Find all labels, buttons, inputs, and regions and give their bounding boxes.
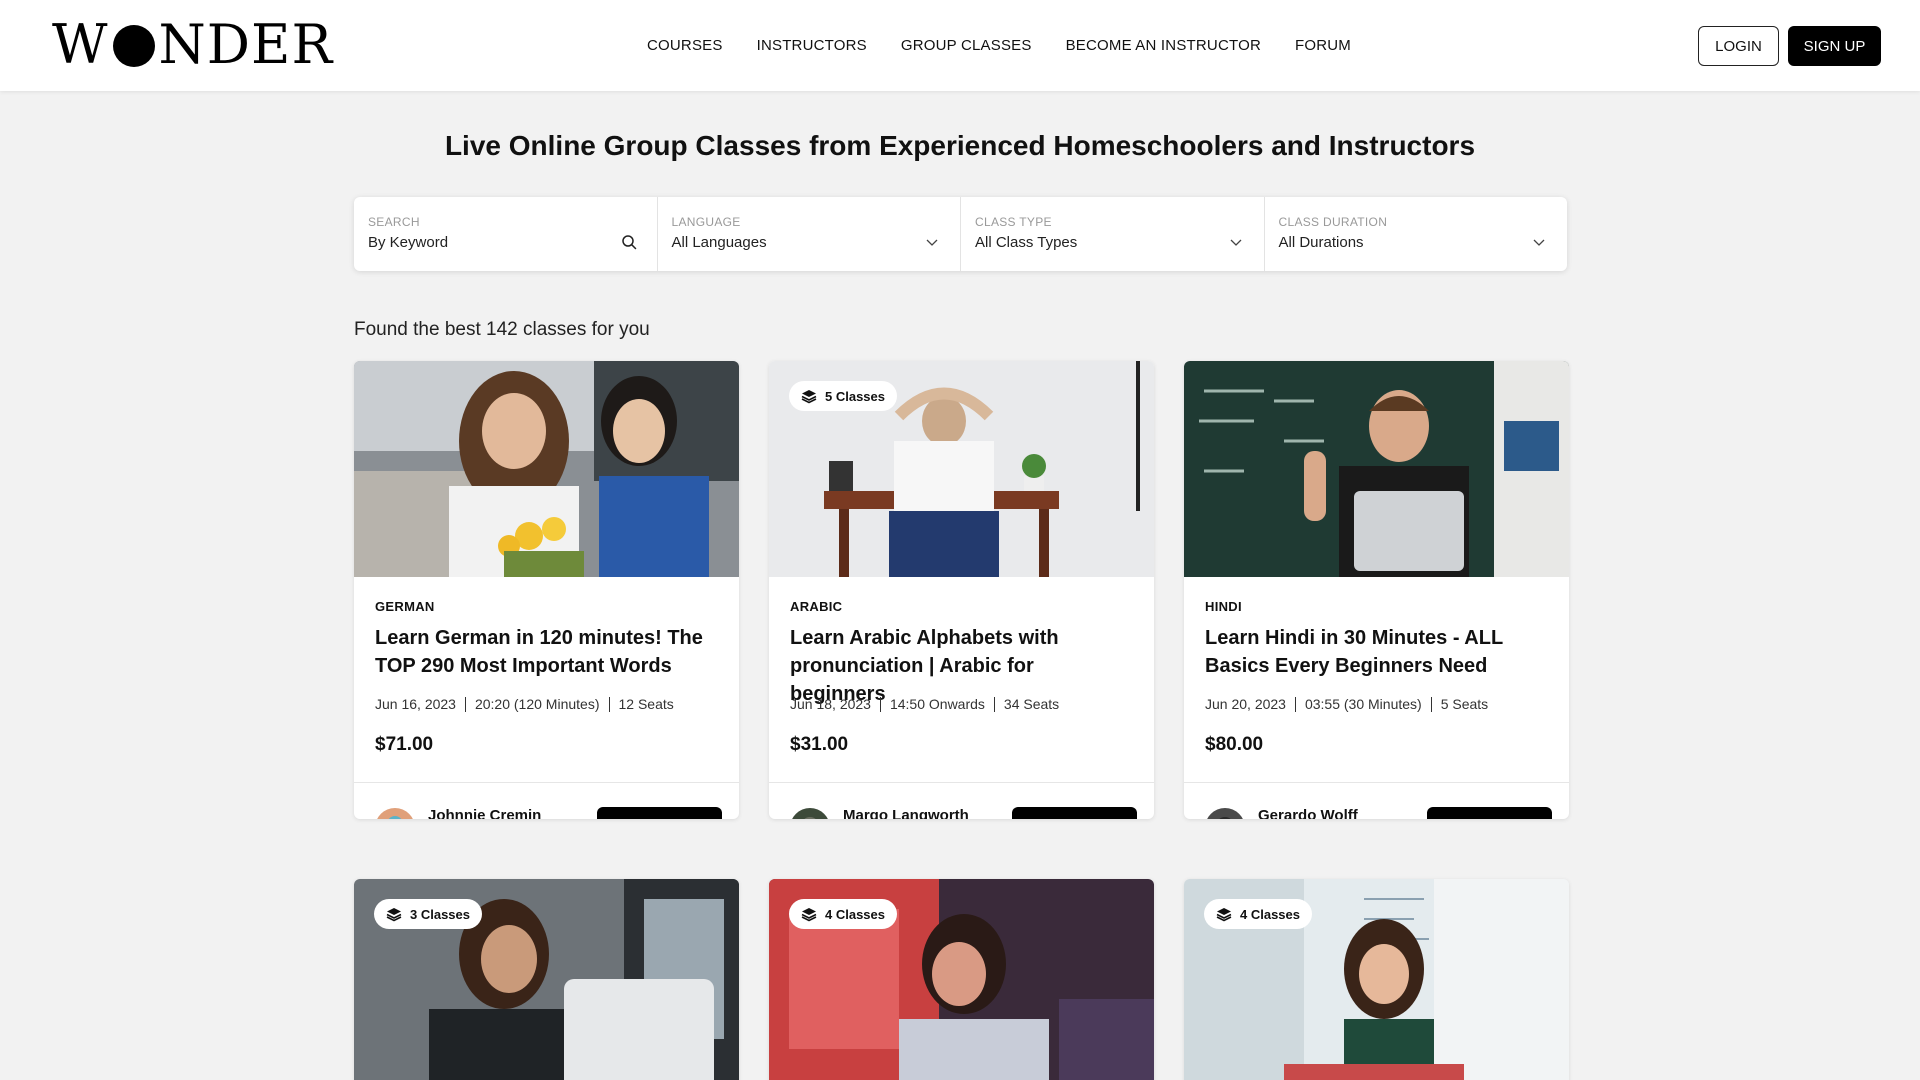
layers-icon: [801, 390, 817, 404]
class-meta: Jun 20, 2023 03:55 (30 Minutes) 5 Seats: [1205, 696, 1548, 712]
meta-divider: [608, 696, 610, 712]
filter-label: CLASS DURATION: [1278, 215, 1388, 229]
instructor-name[interactable]: Margo Langworth: [843, 807, 969, 819]
nav-link-instructors[interactable]: INSTRUCTORS: [757, 37, 867, 54]
nav-link-courses[interactable]: COURSES: [647, 37, 723, 54]
class-image[interactable]: 5 Classes: [769, 361, 1154, 577]
nav-link-group-classes[interactable]: GROUP CLASSES: [901, 37, 1032, 54]
class-card[interactable]: HINDI Learn Hindi in 30 Minutes - ALL Ba…: [1184, 361, 1569, 819]
card-footer: Johnnie Cremin: [354, 782, 739, 819]
class-meta: Jun 18, 2023 14:50 Onwards 34 Seats: [790, 696, 1133, 712]
layers-icon: [1216, 908, 1232, 922]
class-type-select[interactable]: CLASS TYPE All Class Types: [961, 197, 1265, 271]
meta-divider: [879, 696, 881, 712]
class-image[interactable]: 4 Classes: [1184, 879, 1569, 1080]
enroll-button[interactable]: [597, 807, 722, 819]
class-seats: 5 Seats: [1440, 696, 1489, 712]
wonder-logo[interactable]: W NDER: [52, 12, 334, 76]
search-input[interactable]: By Keyword: [368, 234, 643, 251]
layers-icon: [801, 908, 817, 922]
class-time: 03:55 (30 Minutes): [1304, 696, 1422, 712]
meta-divider: [464, 696, 466, 712]
class-date: Jun 18, 2023: [790, 696, 871, 712]
nav-link-become-instructor[interactable]: BECOME AN INSTRUCTOR: [1066, 37, 1261, 54]
class-image[interactable]: [1184, 361, 1569, 577]
class-duration-select[interactable]: CLASS DURATION All Durations: [1265, 197, 1568, 271]
filter-label: CLASS TYPE: [975, 215, 1052, 229]
class-card[interactable]: GERMAN Learn German in 120 minutes! The …: [354, 361, 739, 819]
class-card[interactable]: 4 Classes: [769, 879, 1154, 1080]
class-title[interactable]: Learn German in 120 minutes! The TOP 290…: [375, 624, 718, 680]
filter-label: LANGUAGE: [671, 215, 741, 229]
class-category: GERMAN: [375, 599, 435, 614]
layers-icon: [386, 908, 402, 922]
chevron-down-icon: [1533, 239, 1545, 246]
classes-count-badge: 5 Classes: [789, 381, 897, 411]
instructor-avatar[interactable]: [1205, 808, 1245, 819]
filter-value: All Class Types: [975, 234, 1078, 251]
class-meta: Jun 16, 2023 20:20 (120 Minutes) 12 Seats: [375, 696, 718, 712]
instructor-avatar[interactable]: [790, 808, 830, 819]
badge-label: 5 Classes: [825, 388, 885, 404]
page-title: Live Online Group Classes from Experienc…: [444, 130, 1476, 161]
chevron-down-icon: [926, 239, 938, 246]
class-title[interactable]: Learn Arabic Alphabets with pronunciatio…: [790, 624, 1133, 705]
meta-divider: [1294, 696, 1296, 712]
filter-value: All Languages: [671, 234, 767, 251]
class-time: 20:20 (120 Minutes): [474, 696, 600, 712]
class-date: Jun 20, 2023: [1205, 696, 1286, 712]
badge-label: 4 Classes: [1240, 906, 1300, 922]
class-price: $31.00: [790, 734, 849, 755]
enroll-button[interactable]: [1427, 807, 1552, 819]
class-image[interactable]: 4 Classes: [769, 879, 1154, 1080]
signup-button[interactable]: SIGN UP: [1788, 26, 1881, 66]
card-footer: Margo Langworth: [769, 782, 1154, 819]
login-button[interactable]: LOGIN: [1698, 26, 1779, 66]
badge-label: 4 Classes: [825, 906, 885, 922]
results-count: Found the best 142 classes for you: [354, 319, 650, 340]
meta-divider: [1430, 696, 1432, 712]
classes-count-badge: 4 Classes: [789, 899, 897, 929]
class-card[interactable]: 4 Classes: [1184, 879, 1569, 1080]
badge-label: 3 Classes: [410, 906, 470, 922]
class-category: HINDI: [1205, 599, 1242, 614]
class-price: $80.00: [1205, 734, 1264, 755]
logo-letter-w: W: [52, 12, 109, 76]
class-seats: 12 Seats: [618, 696, 674, 712]
filter-bar: SEARCH By Keyword LANGUAGE All Languages…: [354, 197, 1567, 271]
top-navbar: W NDER COURSES INSTRUCTORS GROUP CLASSES …: [0, 0, 1920, 91]
class-title[interactable]: Learn Hindi in 30 Minutes - ALL Basics E…: [1205, 624, 1548, 680]
instructor-name[interactable]: Johnnie Cremin: [428, 807, 541, 819]
language-select[interactable]: LANGUAGE All Languages: [658, 197, 961, 271]
card-footer: Gerardo Wolff: [1184, 782, 1569, 819]
logo-letters-nder: NDER: [158, 12, 334, 76]
instructor-avatar[interactable]: [375, 808, 415, 819]
search-filter[interactable]: SEARCH By Keyword: [354, 197, 658, 271]
class-image[interactable]: 3 Classes: [354, 879, 739, 1080]
instructor-name[interactable]: Gerardo Wolff: [1258, 807, 1358, 819]
classes-count-badge: 4 Classes: [1204, 899, 1312, 929]
class-category: ARABIC: [790, 599, 843, 614]
enroll-button[interactable]: [1012, 807, 1137, 819]
filter-value: All Durations: [1278, 234, 1364, 251]
class-seats: 34 Seats: [1003, 696, 1060, 712]
class-time: 14:50 Onwards: [889, 696, 985, 712]
class-card[interactable]: 5 Classes ARABIC Learn Arabic Alphabets …: [769, 361, 1154, 819]
search-icon[interactable]: [621, 234, 637, 250]
class-price: $71.00: [375, 734, 434, 755]
class-date: Jun 16, 2023: [375, 696, 456, 712]
classes-count-badge: 3 Classes: [374, 899, 482, 929]
meta-divider: [993, 696, 995, 712]
filter-label: SEARCH: [368, 215, 420, 229]
class-image[interactable]: [354, 361, 739, 577]
nav-link-forum[interactable]: FORUM: [1295, 37, 1351, 54]
class-card[interactable]: 3 Classes: [354, 879, 739, 1080]
chevron-down-icon: [1230, 239, 1241, 246]
main-nav: COURSES INSTRUCTORS GROUP CLASSES BECOME…: [647, 0, 1351, 91]
logo-circle-icon: [112, 25, 155, 67]
